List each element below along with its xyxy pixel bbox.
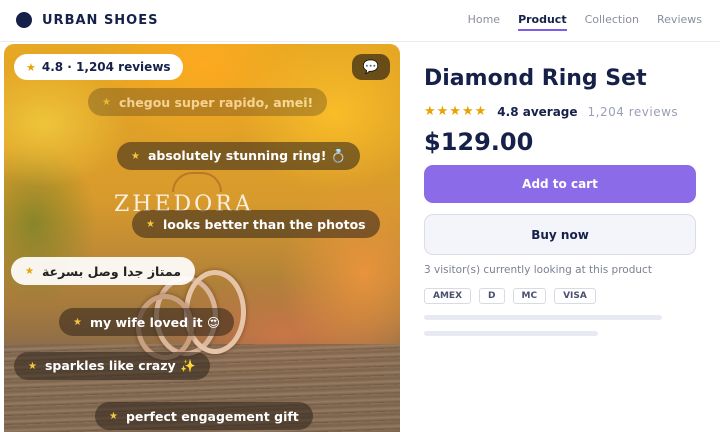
review-bubble: ★ my wife loved it 😍 — [59, 308, 235, 336]
product-title: Diamond Ring Set — [424, 66, 647, 91]
review-text: looks better than the photos — [162, 216, 366, 232]
review-text: sparkles like crazy ✨ — [44, 358, 196, 373]
star-icon: ★ — [28, 360, 37, 372]
star-icon: ★ — [102, 96, 111, 108]
star-icon: ★ — [131, 150, 140, 162]
review-text: chegou super rapido, amei! — [118, 94, 314, 110]
review-bubble: ★ looks better than the photos — [132, 210, 380, 238]
product-price: $129.00 — [424, 128, 534, 156]
nav-product[interactable]: Product — [518, 13, 567, 31]
review-text: my wife loved it 😍 — [89, 314, 221, 330]
review-bubble: ★ perfect engagement gift — [95, 402, 313, 430]
logo-mark-icon — [16, 12, 32, 28]
product-media[interactable]: ZHEDORA ★ 4.8 · 1,204 reviews 💬 ★ chegou… — [4, 44, 400, 432]
review-bubble: ★ ممتاز جدا وصل بسرعة — [11, 257, 195, 285]
payment-badge-discover: D — [479, 288, 505, 304]
payment-badge-mastercard: MC — [512, 288, 547, 304]
review-bubble: ★ absolutely stunning ring! 💍 — [117, 142, 361, 170]
review-count[interactable]: 1,204 reviews — [588, 105, 679, 119]
star-icon: ★ — [26, 60, 36, 74]
nav-reviews[interactable]: Reviews — [657, 13, 702, 31]
review-text: perfect engagement gift — [125, 408, 299, 424]
star-icon: ★ — [146, 218, 155, 230]
chat-bubble-icon[interactable]: 💬 — [352, 54, 390, 80]
payment-methods: AMEX D MC VISA — [424, 288, 596, 304]
payment-badge-amex: AMEX — [424, 288, 472, 304]
star-icon: ★ — [25, 265, 34, 277]
rating-pill-text: 4.8 · 1,204 reviews — [41, 60, 171, 74]
site-header: URBAN SHOES Home Product Collection Revi… — [0, 0, 720, 42]
brand-logo[interactable]: URBAN SHOES — [16, 12, 158, 28]
visitor-count: 3 visitor(s) currently looking at this p… — [424, 264, 652, 276]
loading-placeholder — [424, 315, 662, 320]
review-text: absolutely stunning ring! 💍 — [147, 148, 347, 163]
payment-badge-visa: VISA — [554, 288, 596, 304]
nav-collection[interactable]: Collection — [585, 13, 639, 31]
watermark-ornament — [172, 172, 222, 192]
rating-average: 4.8 average — [497, 104, 578, 119]
add-to-cart-button[interactable]: Add to cart — [424, 165, 696, 203]
rating-pill[interactable]: ★ 4.8 · 1,204 reviews — [14, 54, 183, 80]
buy-now-button[interactable]: Buy now — [424, 214, 696, 255]
main-nav: Home Product Collection Reviews — [468, 13, 702, 31]
star-icon: ★ — [109, 410, 118, 422]
star-icon: ★ — [73, 316, 82, 328]
review-bubble: ★ chegou super rapido, amei! — [88, 88, 328, 116]
review-bubble: ★ sparkles like crazy ✨ — [14, 352, 210, 380]
star-rating-icon: ★★★★★ — [424, 104, 488, 119]
brand-name: URBAN SHOES — [42, 12, 159, 28]
rating-summary: ★★★★★ 4.8 average 1,204 reviews — [424, 104, 678, 119]
nav-home[interactable]: Home — [468, 13, 500, 31]
loading-placeholder — [424, 331, 598, 336]
review-text: ممتاز جدا وصل بسرعة — [41, 263, 181, 279]
